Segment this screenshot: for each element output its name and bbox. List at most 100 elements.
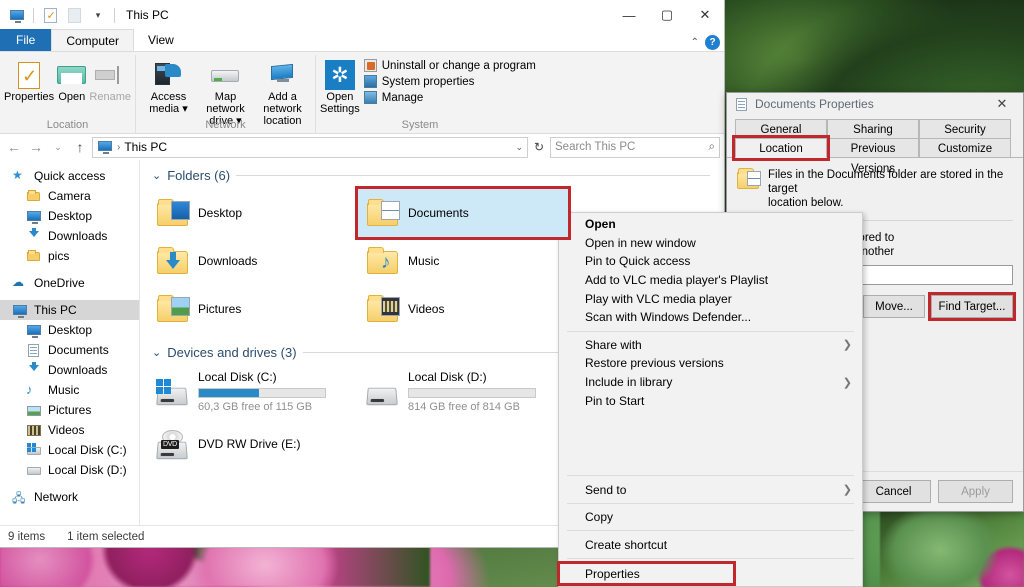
- sidebar-item-videos[interactable]: Videos: [0, 420, 139, 440]
- manage-icon: [363, 91, 377, 104]
- sidebar-item-desktop[interactable]: Desktop: [0, 320, 139, 340]
- tile-desktop[interactable]: Desktop: [148, 189, 358, 237]
- tab-view[interactable]: View: [134, 29, 188, 51]
- recent-locations-button[interactable]: ⌄: [48, 137, 68, 157]
- sidebar-item-downloads[interactable]: Downloads: [0, 360, 139, 380]
- refresh-button[interactable]: ↻: [530, 140, 548, 154]
- sidebar-item-quick-access[interactable]: ★ Quick access: [0, 166, 139, 186]
- breadcrumb-dropdown-icon[interactable]: ⌄: [515, 142, 523, 153]
- tab-file[interactable]: File: [0, 29, 52, 51]
- tab-location[interactable]: Location: [732, 135, 830, 161]
- chevron-right-icon: ❯: [842, 484, 852, 497]
- tile-local-disk-d[interactable]: Local Disk (D:) 814 GB free of 814 GB: [358, 366, 568, 420]
- menu-item-pin-to-quick-access[interactable]: Pin to Quick access: [559, 252, 862, 271]
- chevron-down-icon[interactable]: ⌄: [152, 346, 161, 359]
- location-info-line2: location below.: [768, 197, 844, 209]
- up-button[interactable]: ↑: [70, 137, 90, 157]
- move-button[interactable]: Move...: [863, 295, 925, 318]
- menu-item-open-in-new-window[interactable]: Open in new window: [559, 234, 862, 253]
- tab-general[interactable]: General: [735, 119, 827, 139]
- manage-button[interactable]: Manage: [360, 90, 540, 105]
- ribbon-group-network-label: Network: [205, 119, 246, 131]
- menu-separator: [567, 502, 854, 504]
- chevron-down-icon[interactable]: ⌄: [152, 169, 161, 182]
- properties-check-icon[interactable]: ✓: [39, 4, 61, 26]
- tab-customize[interactable]: Customize: [919, 138, 1011, 158]
- open-settings-button[interactable]: ✲ Open Settings: [320, 55, 360, 115]
- this-pc-icon[interactable]: [6, 4, 28, 26]
- blank-icon[interactable]: [63, 4, 85, 26]
- sidebar-item-pictures[interactable]: Pictures: [0, 400, 139, 420]
- collapse-ribbon-icon[interactable]: ⌃: [691, 37, 699, 48]
- sidebar-item-local-disk-c[interactable]: Local Disk (C:): [0, 440, 139, 460]
- tile-local-disk-c[interactable]: Local Disk (C:) 60,3 GB free of 115 GB: [148, 366, 358, 420]
- sidebar-item-downloads-qa[interactable]: Downloads: [0, 226, 139, 246]
- sidebar-item-camera[interactable]: Camera: [0, 186, 139, 206]
- documents-icon: [735, 97, 749, 112]
- breadcrumb-this-pc[interactable]: This PC: [124, 140, 167, 154]
- sidebar-item-music[interactable]: ♪ Music: [0, 380, 139, 400]
- ribbon-group-location: ✓ Properties Open Rename Location: [0, 55, 136, 133]
- uninstall-or-change-program-button[interactable]: Uninstall or change a program: [360, 58, 540, 73]
- map-network-drive-button[interactable]: Map network drive ▾: [197, 55, 254, 127]
- sidebar-item-onedrive[interactable]: ☁ OneDrive: [0, 273, 139, 293]
- tile-downloads[interactable]: Downloads: [148, 237, 358, 285]
- dvd-drive-icon: DVD: [156, 427, 190, 461]
- menu-item-properties[interactable]: Properties: [557, 561, 736, 586]
- cancel-button[interactable]: Cancel: [856, 480, 931, 503]
- tile-documents[interactable]: Documents: [355, 186, 571, 240]
- menu-item-pin-to-start[interactable]: Pin to Start: [559, 391, 862, 410]
- menu-item-send-to[interactable]: Send to ❯: [559, 480, 862, 499]
- add-network-location-button[interactable]: Add a network location: [254, 55, 311, 127]
- sidebar-item-desktop-qa[interactable]: Desktop: [0, 206, 139, 226]
- folder-pictures-icon: [156, 292, 190, 326]
- access-media-button[interactable]: Access media ▾: [140, 55, 197, 115]
- open-button[interactable]: Open: [54, 55, 89, 103]
- sidebar-item-network[interactable]: 🖧 Network: [0, 487, 139, 507]
- ribbon-tab-strip: File Computer View ⌃ ?: [0, 29, 724, 52]
- search-input[interactable]: Search This PC ⌕: [550, 136, 720, 158]
- magnifier-icon[interactable]: ⌕: [709, 141, 715, 154]
- folder-music-icon: ♪: [366, 244, 400, 278]
- rename-icon: [95, 59, 125, 91]
- find-target-button[interactable]: Find Target...: [928, 292, 1016, 321]
- ribbon-group-system-label: System: [401, 119, 439, 131]
- sidebar-item-pics[interactable]: pics: [0, 246, 139, 266]
- help-icon[interactable]: ?: [705, 35, 720, 50]
- tile-music[interactable]: ♪ Music: [358, 237, 568, 285]
- tab-computer[interactable]: Computer: [51, 29, 135, 51]
- sidebar-item-local-disk-d[interactable]: Local Disk (D:): [0, 460, 139, 480]
- back-button[interactable]: ←: [4, 137, 24, 157]
- group-header-folders[interactable]: ⌄ Folders (6): [148, 168, 724, 183]
- menu-item-include-in-library[interactable]: Include in library ❯: [559, 373, 862, 392]
- menu-item-add-to-vlc-playlist[interactable]: Add to VLC media player's Playlist: [559, 271, 862, 290]
- breadcrumb[interactable]: › This PC ⌄: [92, 136, 528, 158]
- system-properties-button[interactable]: System properties: [360, 74, 540, 89]
- menu-item-restore-previous-versions[interactable]: Restore previous versions: [559, 354, 862, 373]
- maximize-button[interactable]: ▢: [648, 0, 686, 30]
- menu-item-open[interactable]: Open: [559, 215, 862, 234]
- customize-dropdown-icon[interactable]: ▾: [87, 4, 109, 26]
- properties-button[interactable]: ✓ Properties: [4, 55, 54, 103]
- folder-desktop-icon: [156, 196, 190, 230]
- menu-item-play-with-vlc[interactable]: Play with VLC media player: [559, 289, 862, 308]
- tab-sharing[interactable]: Sharing: [827, 119, 919, 139]
- tab-previous-versions[interactable]: Previous Versions: [827, 138, 919, 175]
- menu-item-share-with[interactable]: Share with ❯: [559, 336, 862, 355]
- menu-item-scan-with-windows-defender[interactable]: Scan with Windows Defender...: [559, 308, 862, 327]
- menu-item-create-shortcut[interactable]: Create shortcut: [559, 535, 862, 554]
- forward-button[interactable]: →: [26, 137, 46, 157]
- tab-security[interactable]: Security: [919, 119, 1011, 139]
- menu-item-copy[interactable]: Copy: [559, 508, 862, 527]
- tile-dvd-rw-drive-e[interactable]: DVD DVD RW Drive (E:): [148, 420, 358, 468]
- properties-icon: ✓: [18, 59, 41, 91]
- tile-pictures[interactable]: Pictures: [148, 285, 358, 333]
- close-button[interactable]: ✕: [686, 0, 724, 30]
- minimize-button[interactable]: —: [610, 0, 648, 30]
- sidebar-item-documents[interactable]: Documents: [0, 340, 139, 360]
- open-folder-icon: [56, 59, 87, 91]
- tile-videos[interactable]: Videos: [358, 285, 568, 333]
- close-icon[interactable]: ✕: [985, 93, 1019, 115]
- sidebar-item-this-pc[interactable]: This PC: [0, 300, 139, 320]
